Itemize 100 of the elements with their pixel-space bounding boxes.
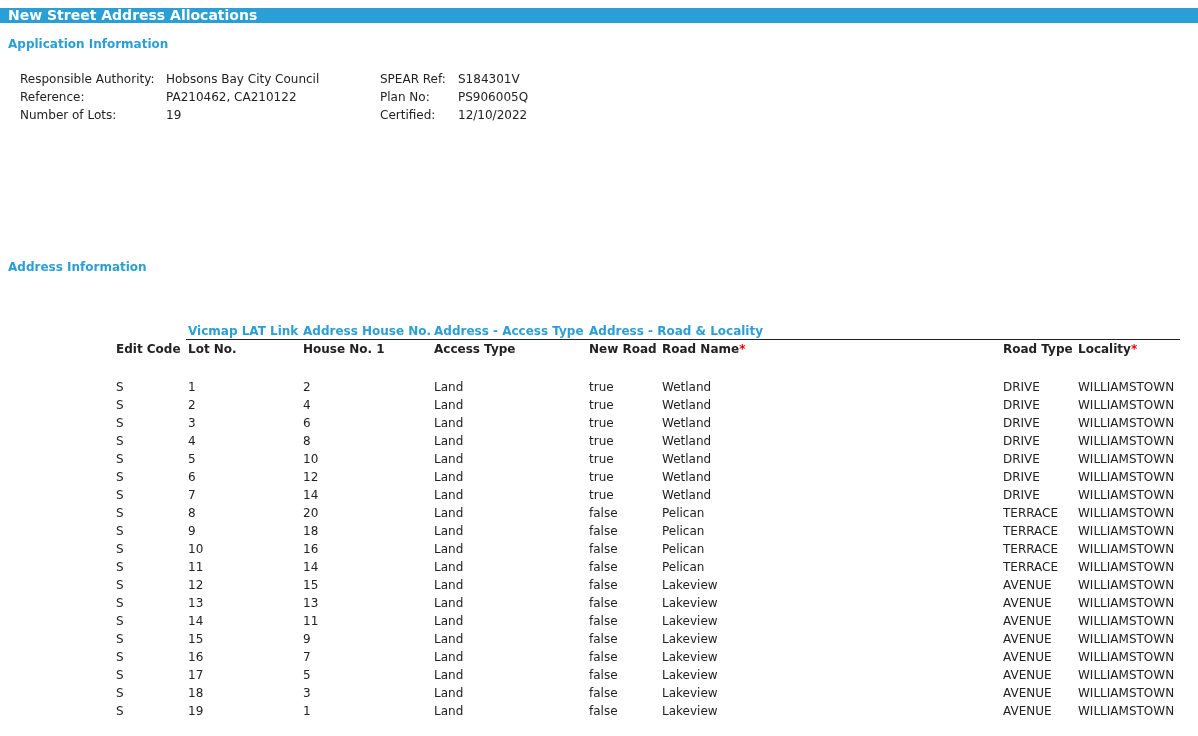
field-value: PS906005Q [458,89,529,106]
field-label: SPEAR Ref: [380,71,447,88]
table-cell: Pelican [662,524,705,538]
table-cell: TERRACE [1003,542,1059,556]
table-cell: false [589,614,618,628]
table-cell: DRIVE [1003,452,1040,466]
table-cell: false [589,704,618,718]
table-cell: 18 [188,686,204,700]
table-cell: WILLIAMSTOWN [1078,650,1175,664]
table-cell: 11 [188,560,204,574]
table-cell: S [116,488,124,502]
table-cell: AVENUE [1003,650,1052,664]
table-cell: 18 [303,524,319,538]
table-cell: S [116,596,124,610]
table-cell: Land [434,434,464,448]
table-cell: WILLIAMSTOWN [1078,686,1175,700]
table-cell: 12 [303,470,319,484]
table-cell: WILLIAMSTOWN [1078,470,1175,484]
table-cell: Wetland [662,398,712,412]
table-cell: 12 [188,578,204,592]
table-cell: false [589,524,618,538]
table-cell: 11 [303,614,319,628]
table-cell: WILLIAMSTOWN [1078,542,1175,556]
table-cell: WILLIAMSTOWN [1078,416,1175,430]
table-cell: DRIVE [1003,416,1040,430]
field-value: 12/10/2022 [458,107,528,124]
table-cell: 7 [188,488,196,502]
table-cell: WILLIAMSTOWN [1078,488,1175,502]
table-cell: 4 [188,434,196,448]
page-title: New Street Address Allocations [0,8,1198,23]
table-cell: DRIVE [1003,434,1040,448]
table-cell: Lakeview [662,668,718,682]
table-cell: 2 [303,380,311,394]
table-cell: DRIVE [1003,380,1040,394]
field-value: 19 [166,107,182,124]
table-cell: WILLIAMSTOWN [1078,632,1175,646]
table-cell: S [116,560,124,574]
table-cell: 14 [188,614,204,628]
table-cell: Land [434,560,464,574]
table-cell: 5 [188,452,196,466]
table-cell: Land [434,686,464,700]
table-cell: 1 [188,380,196,394]
table-cell: DRIVE [1003,470,1040,484]
table-cell: WILLIAMSTOWN [1078,506,1175,520]
table-cell: Lakeview [662,686,718,700]
table-cell: Lakeview [662,596,718,610]
section-heading: Application Information [8,37,170,51]
table-cell: Land [434,452,464,466]
table-cell: AVENUE [1003,668,1052,682]
table-cell: S [116,704,124,718]
table-cell: WILLIAMSTOWN [1078,668,1175,682]
table-cell: true [589,434,614,448]
table-cell: S [116,632,124,646]
table-cell: Lakeview [662,614,718,628]
field-label: Reference: [20,89,86,106]
column-header: Road Type [1003,342,1073,356]
table-cell: S [116,434,124,448]
table-cell: Pelican [662,560,705,574]
table-cell: AVENUE [1003,596,1052,610]
table-cell: Land [434,650,464,664]
table-cell: Land [434,488,464,502]
table-cell: WILLIAMSTOWN [1078,524,1175,538]
table-cell: TERRACE [1003,524,1059,538]
table-cell: WILLIAMSTOWN [1078,704,1175,718]
table-cell: 2 [188,398,196,412]
table-cell: AVENUE [1003,614,1052,628]
table-cell: 3 [303,686,311,700]
table-cell: false [589,560,618,574]
column-header: House No. 1 [303,342,385,356]
field-label: Plan No: [380,89,431,106]
table-cell: Lakeview [662,578,718,592]
table-cell: S [116,398,124,412]
table-cell: true [589,470,614,484]
column-group-header: Address - Access Type [434,324,584,338]
table-cell: S [116,506,124,520]
table-cell: Land [434,596,464,610]
table-cell: 7 [303,650,311,664]
table-cell: Wetland [662,452,712,466]
table-cell: 20 [303,506,319,520]
table-cell: WILLIAMSTOWN [1078,614,1175,628]
table-cell: S [116,470,124,484]
table-cell: true [589,380,614,394]
table-cell: S [116,452,124,466]
table-cell: S [116,542,124,556]
table-cell: Pelican [662,506,705,520]
table-cell: 15 [303,578,319,592]
column-header: Road Name* [662,342,746,356]
table-cell: Lakeview [662,704,718,718]
table-cell: false [589,578,618,592]
table-cell: S [116,650,124,664]
table-cell: Land [434,668,464,682]
table-cell: Wetland [662,380,712,394]
table-cell: 10 [188,542,204,556]
field-label: Number of Lots: [20,107,118,124]
table-cell: 9 [188,524,196,538]
table-cell: false [589,668,618,682]
table-cell: AVENUE [1003,686,1052,700]
table-cell: S [116,380,124,394]
column-header: Lot No. [188,342,237,356]
column-group-header: Vicmap LAT Link [188,324,299,338]
